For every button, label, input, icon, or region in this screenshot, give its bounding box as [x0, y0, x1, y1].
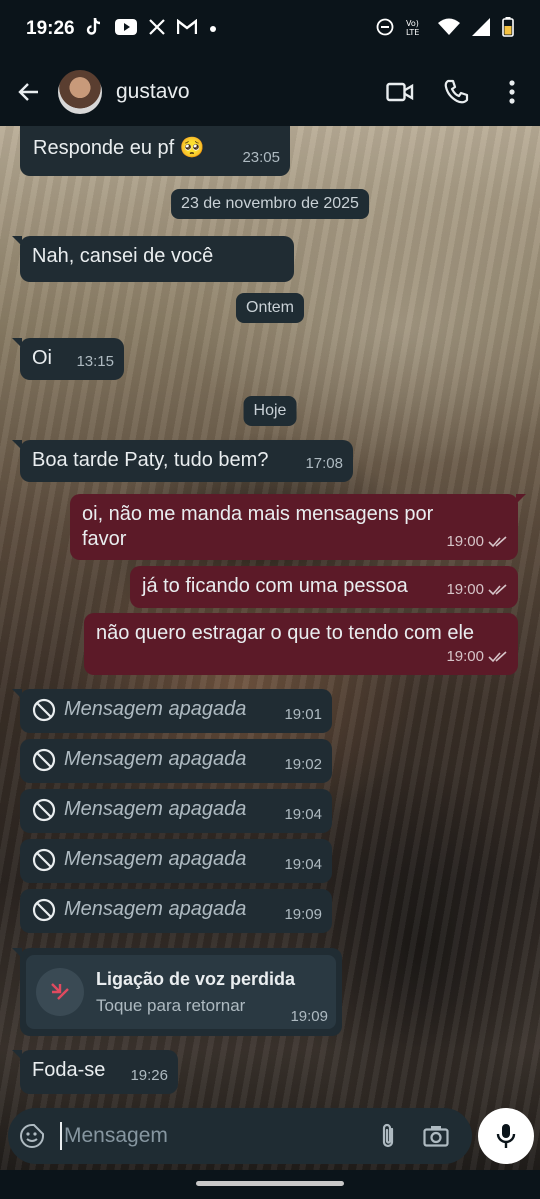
message-input[interactable]	[64, 1124, 364, 1148]
message-outgoing[interactable]: oi, não me manda mais mensagens por favo…	[70, 494, 526, 560]
chat-messages[interactable]: Responde eu pf 🥺 23:05 23 de novembro de…	[0, 126, 540, 1106]
message-meta: 19:00	[446, 577, 508, 602]
deleted-text: Mensagem apagada	[64, 748, 247, 770]
date-separator: 23 de novembro de 2025	[171, 189, 369, 219]
message-time: 19:01	[284, 706, 322, 723]
signal-icon	[472, 17, 490, 41]
navigation-bar	[0, 1170, 540, 1199]
sticker-icon	[20, 1124, 44, 1148]
message-meta: 19:00	[446, 644, 508, 669]
gesture-handle[interactable]	[196, 1181, 344, 1186]
double-check-icon	[488, 650, 507, 662]
tiktok-icon	[85, 17, 103, 42]
status-bar: 19:26 Vo) LTE	[0, 0, 540, 58]
message-text-line2: favor	[82, 528, 127, 550]
chat-header: gustavo	[0, 58, 540, 126]
missed-call-icon-wrap	[36, 968, 84, 1016]
sticker-button[interactable]	[8, 1123, 56, 1149]
message-deleted[interactable]: Mensagem apagada 19:04	[20, 839, 332, 883]
message-time: 19:00	[446, 533, 484, 550]
microphone-icon	[496, 1124, 516, 1148]
message-incoming[interactable]: Nah, cansei de você	[12, 236, 294, 282]
message-text: Foda-se	[32, 1059, 106, 1081]
volte-icon: Vo) LTE	[406, 18, 426, 41]
more-vert-icon	[509, 80, 515, 104]
deleted-ban-icon	[32, 698, 56, 721]
date-separator: Ontem	[235, 293, 305, 323]
message-text: não quero estragar o que to tendo com el…	[96, 622, 475, 644]
paperclip-icon	[382, 1123, 394, 1148]
message-text: Nah, cansei de você	[32, 245, 214, 267]
deleted-text: Mensagem apagada	[64, 798, 247, 820]
message-incoming[interactable]: Boa tarde Paty, tudo bem? 17:08	[12, 440, 353, 482]
message-time: 23:05	[242, 149, 280, 166]
message-text: Oi	[32, 347, 52, 369]
gmail-icon	[176, 18, 197, 40]
deleted-ban-icon	[32, 898, 56, 921]
message-time: 19:09	[290, 1008, 328, 1025]
deleted-text: Mensagem apagada	[64, 698, 247, 720]
message-time: 19:04	[284, 806, 322, 823]
arrow-back-icon	[18, 83, 38, 101]
video-camera-icon	[386, 82, 414, 102]
message-deleted[interactable]: Mensagem apagada 19:04	[20, 789, 332, 833]
call-subtitle: Toque para retornar	[96, 995, 246, 1015]
deleted-text: Mensagem apagada	[64, 898, 247, 920]
message-time: 19:26	[130, 1067, 168, 1084]
wifi-icon	[438, 18, 460, 41]
voice-call-button[interactable]	[428, 58, 484, 126]
message-composer	[8, 1108, 472, 1164]
double-check-icon	[488, 583, 507, 595]
message-time: 19:09	[284, 906, 322, 923]
message-incoming[interactable]: Responde eu pf 🥺 23:05	[20, 126, 290, 176]
message-time: 19:04	[284, 856, 322, 873]
message-incoming[interactable]: Oi 13:15	[12, 338, 124, 380]
message-deleted[interactable]: Mensagem apagada 19:01	[12, 689, 332, 733]
x-icon	[148, 18, 165, 40]
message-time: 17:08	[305, 455, 343, 472]
message-time: 13:15	[76, 353, 114, 370]
dnd-icon	[376, 18, 394, 41]
message-time: 19:00	[446, 581, 484, 598]
message-time: 19:00	[446, 648, 484, 665]
message-outgoing[interactable]: já to ficando com uma pessoa 19:00	[130, 566, 518, 608]
message-text: Responde eu pf 🥺	[33, 137, 205, 159]
status-time: 19:26	[26, 18, 75, 39]
message-meta: 19:00	[446, 529, 508, 554]
more-options-button[interactable]	[484, 58, 540, 126]
contact-name[interactable]: gustavo	[116, 80, 190, 104]
missed-call-card[interactable]: Ligação de voz perdida Toque para retorn…	[26, 955, 336, 1029]
message-time: 19:02	[284, 756, 322, 773]
message-deleted[interactable]: Mensagem apagada 19:09	[20, 889, 332, 933]
video-call-button[interactable]	[372, 58, 428, 126]
message-text: oi, não me manda mais mensagens por	[82, 503, 434, 525]
missed-call-icon	[51, 983, 69, 1000]
deleted-ban-icon	[32, 798, 56, 821]
phone-icon	[444, 79, 469, 104]
deleted-text: Mensagem apagada	[64, 848, 247, 870]
date-separator: Hoje	[243, 396, 297, 426]
svg-text:LTE: LTE	[406, 28, 419, 36]
voice-record-button[interactable]	[478, 1108, 534, 1164]
deleted-ban-icon	[32, 748, 56, 771]
message-outgoing[interactable]: não quero estragar o que to tendo com el…	[84, 613, 518, 675]
double-check-icon	[488, 535, 507, 547]
attach-button[interactable]	[364, 1122, 412, 1150]
svg-text:Vo): Vo)	[406, 19, 419, 28]
back-button[interactable]	[0, 58, 58, 126]
call-title: Ligação de voz perdida	[96, 968, 296, 989]
avatar[interactable]	[58, 70, 102, 114]
battery-icon	[502, 16, 514, 42]
message-incoming[interactable]: Foda-se 19:26	[12, 1050, 178, 1094]
text-caret	[60, 1122, 62, 1150]
message-text: já to ficando com uma pessoa	[142, 575, 408, 597]
camera-button[interactable]	[412, 1125, 460, 1147]
deleted-ban-icon	[32, 848, 56, 871]
message-deleted[interactable]: Mensagem apagada 19:02	[20, 739, 332, 783]
message-text: Boa tarde Paty, tudo bem?	[32, 449, 269, 471]
camera-icon	[423, 1126, 449, 1147]
youtube-icon	[114, 18, 137, 40]
dot-icon	[209, 20, 217, 38]
